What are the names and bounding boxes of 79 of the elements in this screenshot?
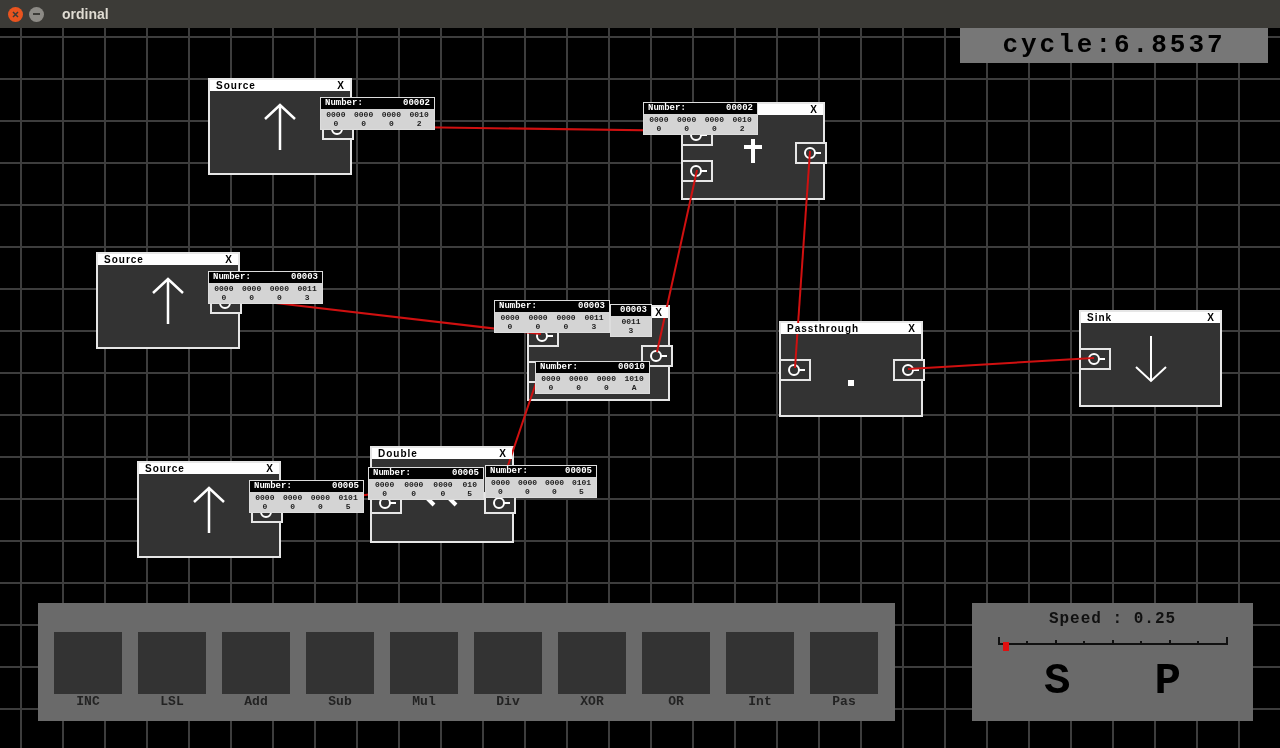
bit-group: 0000 [569, 374, 589, 383]
bit-group: 0000 [541, 374, 561, 383]
hex-digit: 5 [579, 487, 584, 496]
tooltip-value: 00002 [726, 103, 753, 114]
tooltip-value: 00010 [618, 362, 645, 373]
bit-group: 0000 [326, 110, 346, 119]
hex-digit: 0 [440, 489, 446, 498]
hex-digit: 0 [525, 487, 530, 496]
bit-group: 0000 [255, 493, 275, 502]
hex-digit: 0 [382, 489, 387, 498]
bit-group: 0011 [621, 317, 641, 326]
hex-digit: 0 [317, 502, 323, 511]
bit-group: 0000 [704, 115, 724, 124]
hex-digit: 0 [711, 124, 717, 133]
bit-group: 0010 [409, 110, 429, 119]
tooltip-value: 00002 [403, 98, 430, 109]
node-title: Source [216, 80, 256, 91]
tooltip-value: 00005 [332, 481, 359, 492]
bit-group: 010 [462, 480, 477, 489]
bit-group: 0000 [381, 110, 401, 119]
window-title: ordinal [62, 4, 109, 24]
tooltip-value: 00005 [565, 466, 592, 477]
hex-digit: 0 [498, 487, 503, 496]
cycle-readout: cycle:6.8537 [1002, 29, 1226, 62]
tooltip-label: Number: [540, 362, 578, 373]
node-title: Source [145, 463, 185, 474]
hex-digit: 5 [467, 489, 473, 498]
node-title: Source [104, 254, 144, 265]
hex-digit: 0 [249, 293, 254, 302]
bit-group: 1010 [624, 374, 644, 383]
hex-digit: 5 [345, 502, 351, 511]
hex-digit: 0 [221, 293, 227, 302]
bit-group: 0000 [649, 115, 669, 124]
bit-group: 0000 [242, 284, 262, 293]
hex-digit: 0 [576, 383, 581, 392]
hex-digit: 0 [552, 487, 557, 496]
bit-group: 0000 [433, 480, 453, 489]
bit-group: 0000 [500, 313, 520, 322]
hex-digit: 0 [333, 119, 339, 128]
bit-group: 0010 [732, 115, 752, 124]
bit-group: 0011 [297, 284, 317, 293]
node-title: Passthrough [787, 323, 860, 334]
node-title: Sink [1087, 312, 1113, 323]
bit-group: 0000 [269, 284, 289, 293]
hex-digit: 0 [548, 383, 554, 392]
bit-group: 0000 [283, 493, 303, 502]
tooltip-value: 00003 [620, 305, 647, 316]
hex-digit: 0 [563, 322, 569, 331]
hex-digit: 0 [276, 293, 282, 302]
hex-digit: 3 [304, 293, 310, 302]
hex-digit: 3 [591, 322, 597, 331]
bit-group: 0000 [375, 480, 395, 489]
node-title: Double [378, 448, 418, 459]
tooltip-value: 00003 [291, 272, 318, 283]
bit-group: 0101 [571, 478, 592, 487]
bit-group: 0000 [528, 313, 548, 322]
hex-digit: 0 [411, 489, 417, 498]
bit-group: 0000 [354, 110, 374, 119]
tooltip-label: Number: [373, 468, 411, 479]
bit-group: 0000 [544, 478, 565, 487]
tooltip-value: 00005 [452, 468, 479, 479]
hex-digit: 0 [507, 322, 513, 331]
bit-group: 0000 [310, 493, 330, 502]
bit-group: 0101 [338, 493, 358, 502]
hex-digit: 0 [535, 322, 541, 331]
bit-group: 0000 [517, 478, 538, 487]
bit-group: 0000 [214, 284, 234, 293]
hex-digit: 2 [739, 124, 745, 133]
bit-group: 0011 [584, 313, 604, 322]
hex-digit: 0 [262, 502, 268, 511]
hex-digit: A [631, 383, 637, 392]
bit-group: 0000 [556, 313, 576, 322]
hex-digit: 3 [628, 326, 634, 335]
bit-group: 0000 [490, 478, 511, 487]
speed-label: Speed : 0.25 [1048, 609, 1177, 630]
bit-group: 0000 [404, 480, 424, 489]
hex-digit: 0 [603, 383, 609, 392]
hex-digit: 0 [290, 502, 295, 511]
bit-group: 0000 [596, 374, 616, 383]
